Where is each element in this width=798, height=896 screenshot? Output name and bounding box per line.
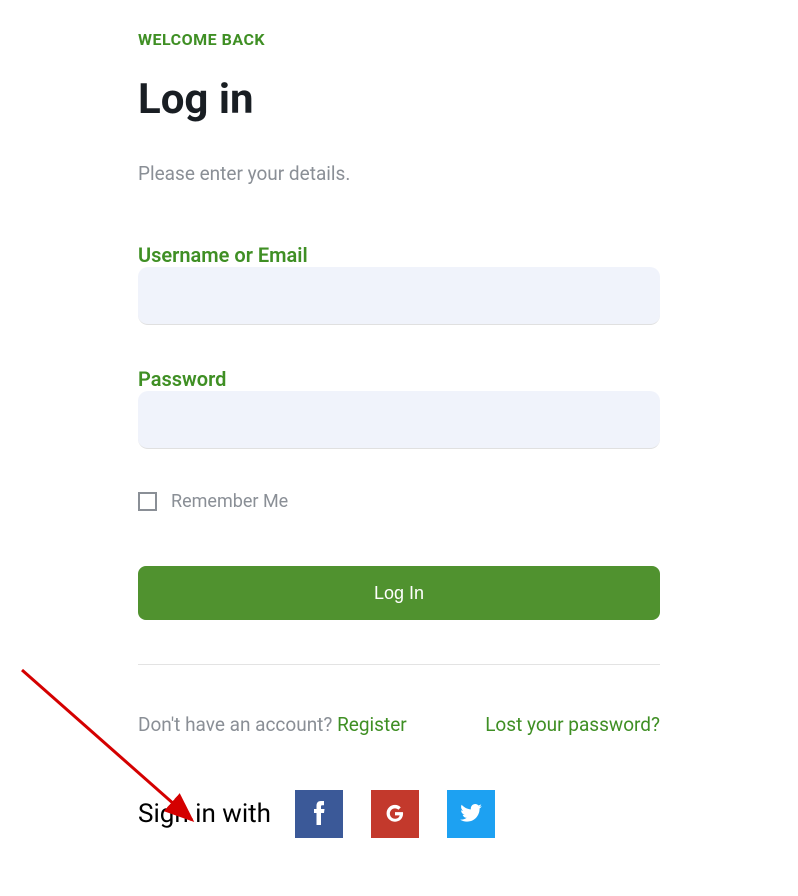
remember-me-row: Remember Me	[138, 491, 660, 512]
twitter-login-button[interactable]	[447, 790, 495, 838]
login-button[interactable]: Log In	[138, 566, 660, 620]
remember-me-checkbox[interactable]	[138, 492, 157, 511]
username-label: Username or Email	[138, 243, 308, 267]
password-label: Password	[138, 367, 226, 391]
username-input[interactable]	[138, 267, 660, 325]
page-title: Log in	[138, 75, 660, 124]
signin-with-row: Sign in with	[138, 790, 660, 838]
facebook-icon	[312, 801, 326, 828]
google-icon	[384, 802, 406, 827]
remember-me-label: Remember Me	[171, 491, 288, 512]
google-login-button[interactable]	[371, 790, 419, 838]
facebook-login-button[interactable]	[295, 790, 343, 838]
register-link[interactable]: Register	[337, 713, 407, 736]
signin-with-label: Sign in with	[138, 799, 271, 829]
welcome-back-label: WELCOME BACK	[138, 30, 660, 49]
divider	[138, 664, 660, 665]
password-input[interactable]	[138, 391, 660, 449]
lost-password-link[interactable]: Lost your password?	[485, 713, 660, 736]
no-account-text: Don't have an account?	[138, 713, 337, 736]
subtitle: Please enter your details.	[138, 162, 660, 185]
links-row: Don't have an account? Register Lost you…	[138, 713, 660, 736]
twitter-icon	[460, 804, 482, 825]
